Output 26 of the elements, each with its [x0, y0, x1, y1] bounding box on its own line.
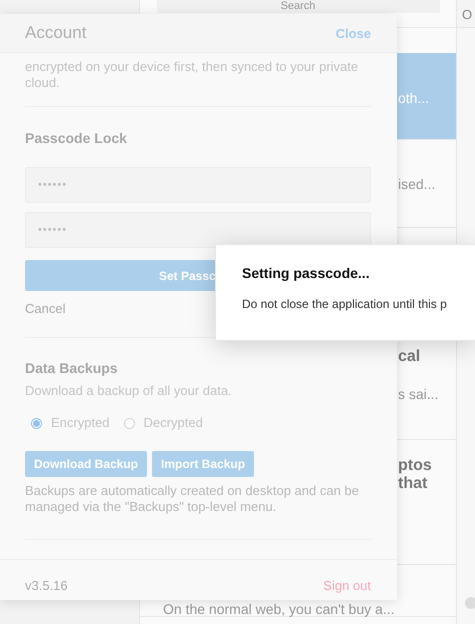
- passcode-field[interactable]: ••••••: [25, 212, 371, 248]
- close-button[interactable]: Close: [336, 26, 371, 40]
- note-snippet: ised...: [398, 175, 436, 193]
- note-title: cal: [398, 348, 422, 366]
- passcode-field[interactable]: ••••••: [25, 167, 371, 203]
- radio-button[interactable]: [124, 418, 135, 428]
- backup-button[interactable]: Download Backup: [25, 451, 148, 477]
- version-label: v3.5.16: [25, 578, 68, 592]
- note-snippet: On the normal web, you can't buy a...: [163, 601, 394, 617]
- note-item[interactable]: On the normal web, you can't buy a...: [140, 601, 456, 617]
- dialog-message: Do not close the application until this p: [242, 296, 447, 312]
- note-item[interactable]: oth...: [397, 53, 456, 140]
- backup-note: Backups are automatically created on desktop and can be managed via the "Backups" top-level menu.: [25, 483, 360, 515]
- backup-button[interactable]: Import Backup: [152, 451, 254, 477]
- panel-title: Account: [25, 23, 86, 43]
- search-field[interactable]: Search: [156, 0, 440, 13]
- cancel-link[interactable]: Cancel: [25, 301, 66, 317]
- radio-button[interactable]: [31, 418, 42, 428]
- scroll-thumb[interactable]: [465, 597, 475, 609]
- note-title: ptos that: [398, 457, 433, 493]
- section-heading: Passcode Lock: [25, 129, 128, 147]
- sign-out-link[interactable]: Sign out: [323, 578, 371, 592]
- note-snippet: s sai...: [398, 385, 438, 403]
- dialog-title: Setting passcode...: [242, 264, 371, 282]
- section-heading: Data Backups: [25, 359, 119, 377]
- note-snippet: oth...: [398, 89, 430, 107]
